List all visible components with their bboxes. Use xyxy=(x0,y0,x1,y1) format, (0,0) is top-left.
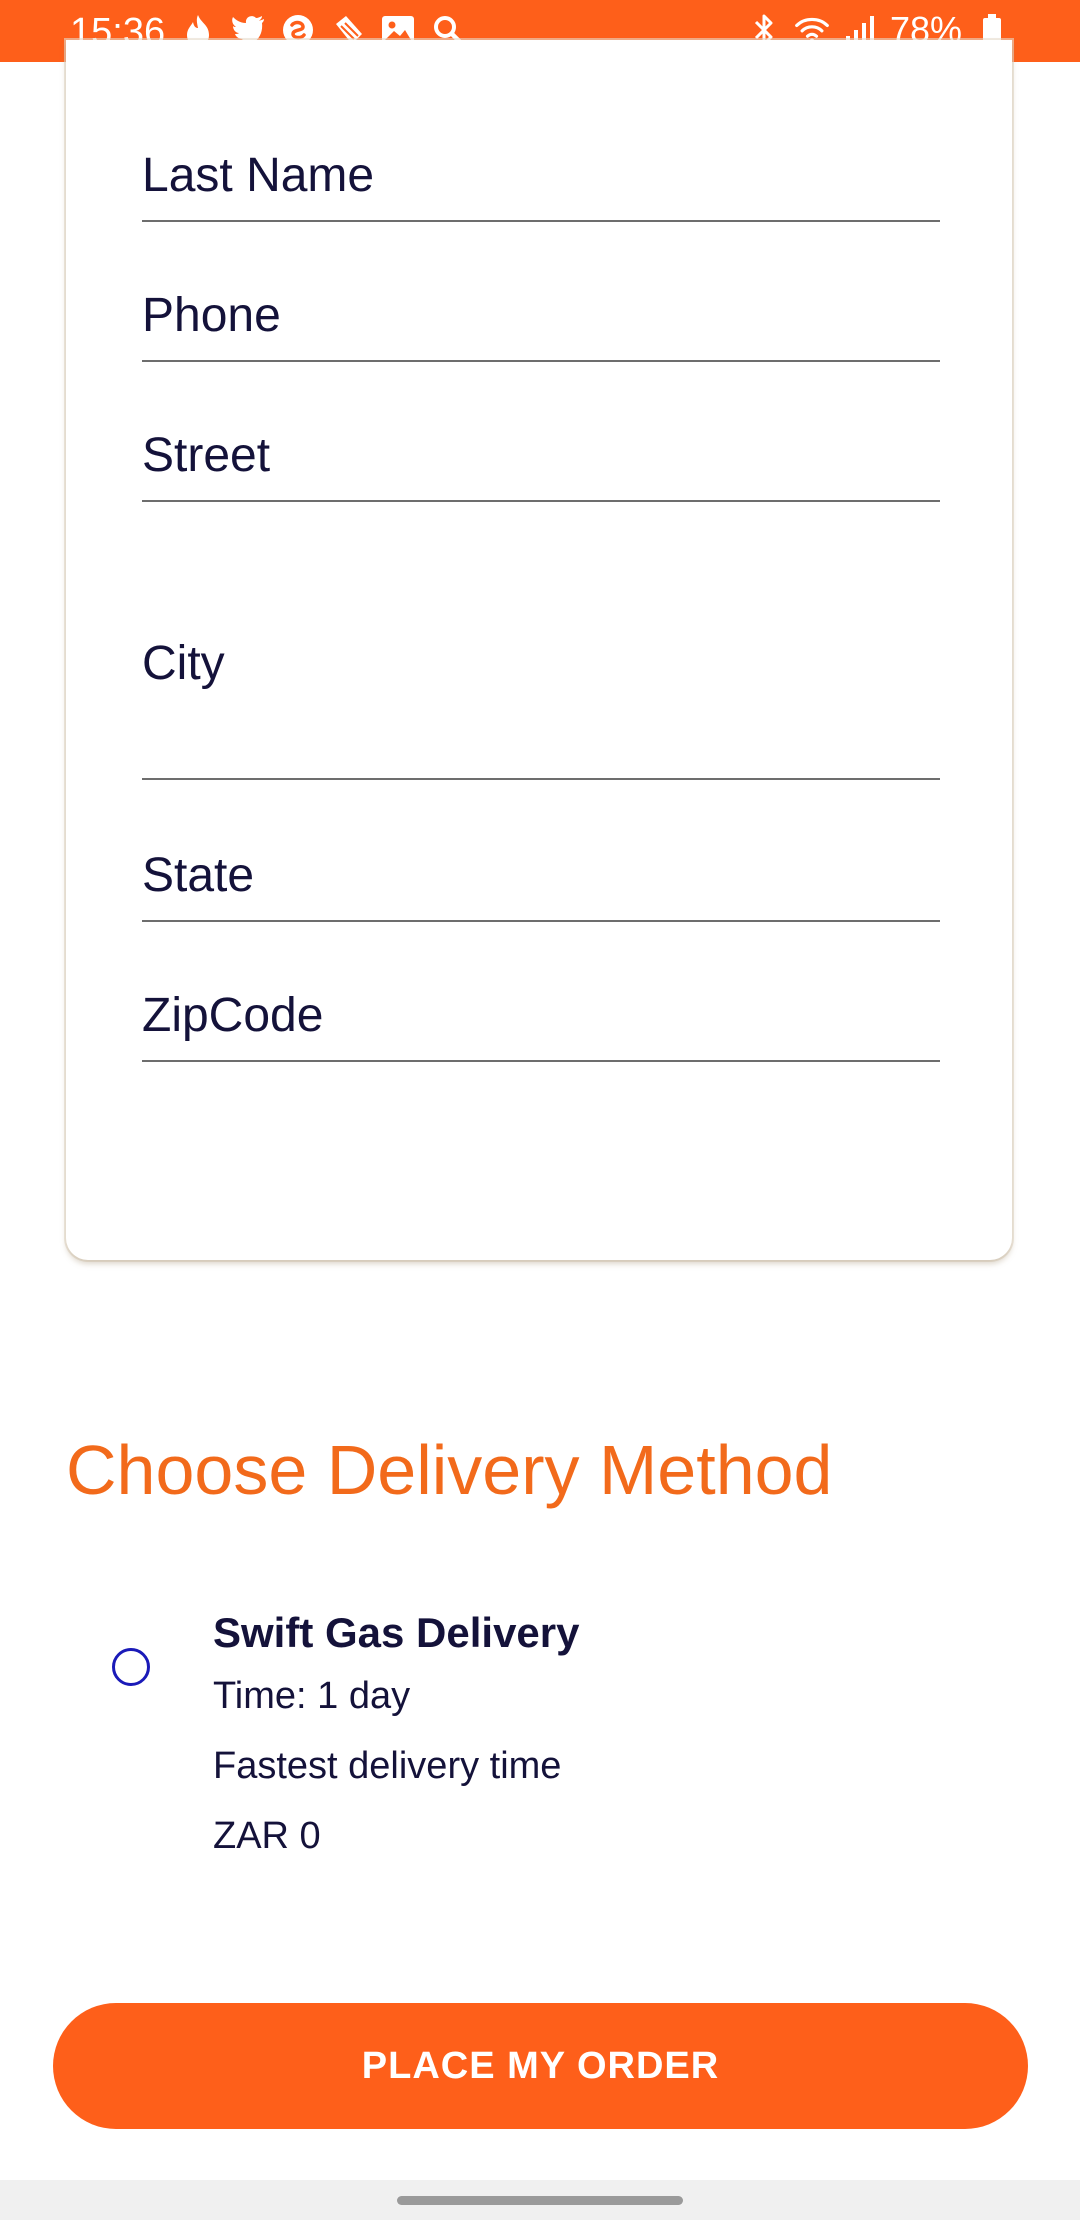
city-label: City xyxy=(142,637,225,690)
navigation-bar xyxy=(0,2180,1080,2220)
home-indicator[interactable] xyxy=(397,2196,683,2205)
delivery-option-description: Fastest delivery time xyxy=(213,1745,562,1787)
phone-field[interactable]: Phone xyxy=(142,250,940,362)
zipcode-label: ZipCode xyxy=(142,989,324,1042)
delivery-option-radio[interactable] xyxy=(112,1648,150,1686)
delivery-option-time: Time: 1 day xyxy=(213,1675,411,1717)
street-label: Street xyxy=(142,429,271,482)
place-order-button[interactable]: PLACE MY ORDER xyxy=(53,2003,1028,2129)
state-label: State xyxy=(142,849,255,902)
city-field[interactable]: City xyxy=(142,570,940,780)
delivery-option-name: Swift Gas Delivery xyxy=(213,1609,580,1656)
address-form-card: Last Name Phone Street City State ZipCod… xyxy=(66,40,1012,1260)
last-name-field[interactable]: Last Name xyxy=(142,110,940,222)
phone-label: Phone xyxy=(142,289,281,342)
delivery-option[interactable]: Swift Gas Delivery Time: 1 day Fastest d… xyxy=(213,1605,580,1871)
street-field[interactable]: Street xyxy=(142,390,940,502)
delivery-method-title: Choose Delivery Method xyxy=(66,1431,833,1509)
last-name-label: Last Name xyxy=(142,149,375,202)
state-field[interactable]: State xyxy=(142,810,940,922)
zipcode-field[interactable]: ZipCode xyxy=(142,950,940,1062)
delivery-option-price: ZAR 0 xyxy=(213,1815,321,1857)
